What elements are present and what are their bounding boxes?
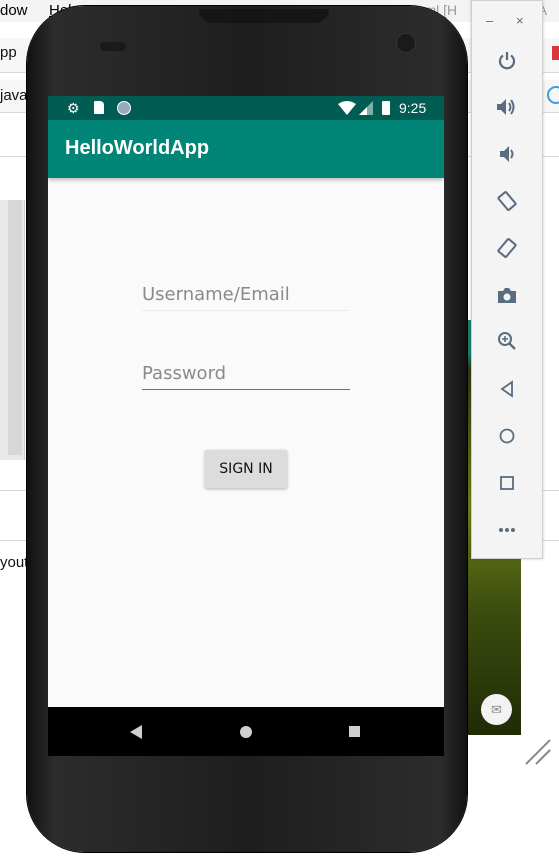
status-bar: ⚙ 9:25 — [48, 96, 444, 120]
resize-grip-icon[interactable] — [522, 735, 552, 765]
app-bar: HelloWorldApp — [48, 120, 444, 178]
ide-layout-label: yout — [0, 554, 29, 571]
mail-icon[interactable]: ✉ — [481, 694, 512, 725]
close-button[interactable]: × — [516, 13, 524, 28]
rotate-left-icon[interactable] — [493, 187, 521, 215]
front-camera — [396, 33, 416, 53]
home-icon[interactable] — [493, 422, 521, 450]
overview-icon[interactable] — [493, 469, 521, 497]
volume-down-icon[interactable] — [493, 140, 521, 168]
rotate-right-icon[interactable] — [493, 234, 521, 262]
menu-window[interactable]: dow — [0, 2, 28, 19]
username-placeholder: Username/Email — [142, 284, 290, 305]
navigation-bar — [48, 707, 444, 756]
password-input[interactable]: Password — [142, 363, 350, 390]
power-icon[interactable] — [493, 47, 521, 75]
ide-sync-icon[interactable] — [547, 86, 559, 104]
minimize-button[interactable]: – — [486, 13, 493, 28]
wifi-icon — [338, 101, 356, 115]
ide-breadcrumb-java[interactable]: java — [0, 87, 28, 104]
ide-scrollbar[interactable] — [8, 200, 22, 455]
password-placeholder: Password — [142, 363, 227, 384]
ide-stop-icon[interactable] — [552, 46, 559, 60]
speaker — [199, 9, 329, 23]
back-icon[interactable] — [493, 375, 521, 403]
username-email-input[interactable]: Username/Email — [142, 284, 350, 311]
sensor — [100, 42, 126, 51]
ide-app-selector[interactable]: pp — [0, 44, 17, 61]
zoom-icon[interactable] — [493, 327, 521, 355]
camera-icon[interactable] — [493, 281, 521, 309]
nav-back-icon[interactable] — [130, 725, 142, 739]
nav-home-icon[interactable] — [240, 726, 252, 738]
device-screen: ⚙ 9:25 HelloWorldApp Username/Email Pass… — [48, 96, 444, 756]
signal-icon — [359, 101, 373, 115]
emulator-toolbar: – × — [471, 0, 543, 559]
settings-icon: ⚙ — [67, 100, 80, 116]
sign-in-button[interactable]: SIGN IN — [205, 450, 287, 488]
status-time: 9:25 — [399, 100, 427, 116]
circle-icon — [117, 101, 131, 115]
app-title: HelloWorldApp — [65, 137, 210, 159]
more-icon[interactable] — [493, 516, 521, 544]
battery-icon — [382, 101, 390, 115]
volume-up-icon[interactable] — [493, 93, 521, 121]
sd-card-icon — [94, 101, 104, 114]
nav-recents-icon[interactable] — [349, 726, 360, 737]
